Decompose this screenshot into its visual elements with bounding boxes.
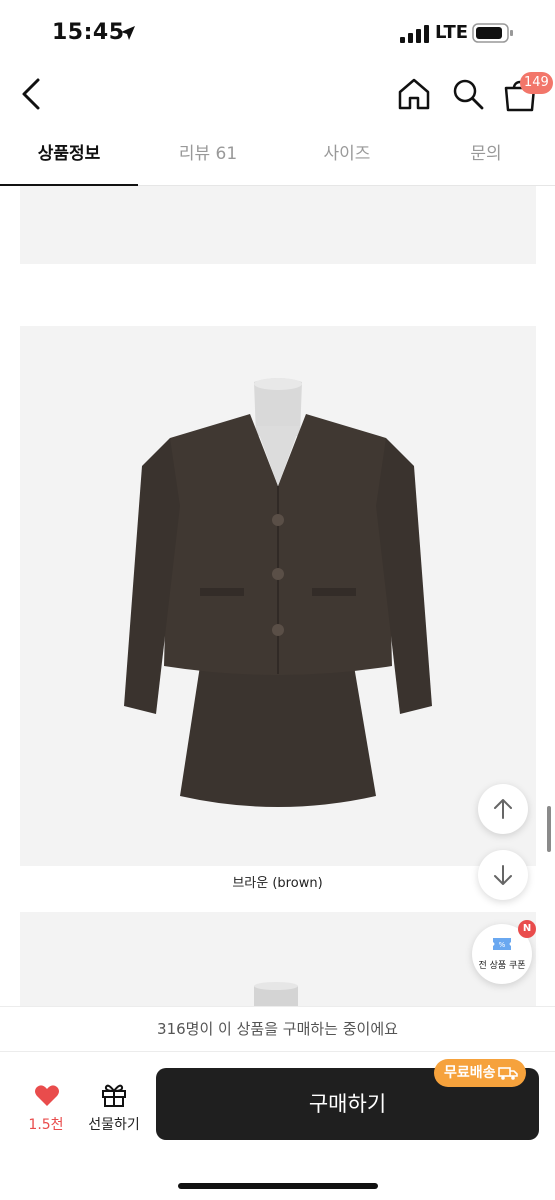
arrow-up-icon [494, 799, 512, 819]
mannequin-top-image [254, 982, 298, 1006]
gift-label: 선물하기 [88, 1117, 140, 1133]
search-icon[interactable] [450, 76, 486, 112]
product-image-next [20, 912, 536, 1006]
free-shipping-label: 무료배송 [444, 1065, 496, 1081]
tab-product-info[interactable]: 상품정보 [0, 124, 138, 186]
coupon-label: 전 상품 쿠폰 [478, 961, 526, 971]
scroll-up-button[interactable] [478, 784, 528, 834]
tab-reviews[interactable]: 리뷰 61 [139, 124, 277, 186]
gift-button[interactable]: 선물하기 [82, 1080, 146, 1140]
scrollbar-thumb[interactable] [547, 806, 551, 852]
heart-icon [35, 1085, 59, 1106]
svg-text:%: % [499, 941, 506, 949]
arrow-down-icon [494, 865, 512, 885]
nav-bar [0, 64, 555, 124]
purchase-notice: 316명이 이 상품을 구매하는 중이에요 [0, 1006, 555, 1052]
free-shipping-badge: 무료배송 [434, 1059, 526, 1087]
delivery-truck-icon [497, 1067, 518, 1080]
product-image-brown [20, 326, 536, 866]
network-label: LTE [435, 22, 469, 43]
tab-inquiry[interactable]: 문의 [417, 124, 555, 186]
gift-icon [102, 1084, 126, 1107]
home-icon[interactable] [396, 76, 432, 112]
location-arrow-icon [121, 26, 135, 40]
scroll-down-button[interactable] [478, 850, 528, 900]
home-indicator [178, 1183, 378, 1189]
coupon-ticket-icon: % [493, 938, 511, 950]
product-detail-content: 브라운 (brown) [0, 186, 555, 1006]
product-tabs: 상품정보 리뷰 61 사이즈 문의 [0, 124, 555, 186]
cart-count-badge: 149 [520, 72, 553, 94]
new-badge: N [518, 920, 536, 938]
battery-icon [472, 23, 513, 43]
tab-size[interactable]: 사이즈 [278, 124, 416, 186]
like-count: 1.5천 [28, 1117, 64, 1133]
color-caption: 브라운 (brown) [232, 876, 323, 891]
jacket-skirt-image [124, 378, 432, 807]
back-arrow-icon[interactable] [14, 74, 50, 114]
status-bar: 15:45 LTE [0, 0, 555, 64]
signal-bars-icon [400, 25, 429, 43]
product-image-top [20, 186, 536, 264]
status-time: 15:45 [52, 20, 125, 45]
like-button[interactable]: 1.5천 [18, 1080, 74, 1140]
